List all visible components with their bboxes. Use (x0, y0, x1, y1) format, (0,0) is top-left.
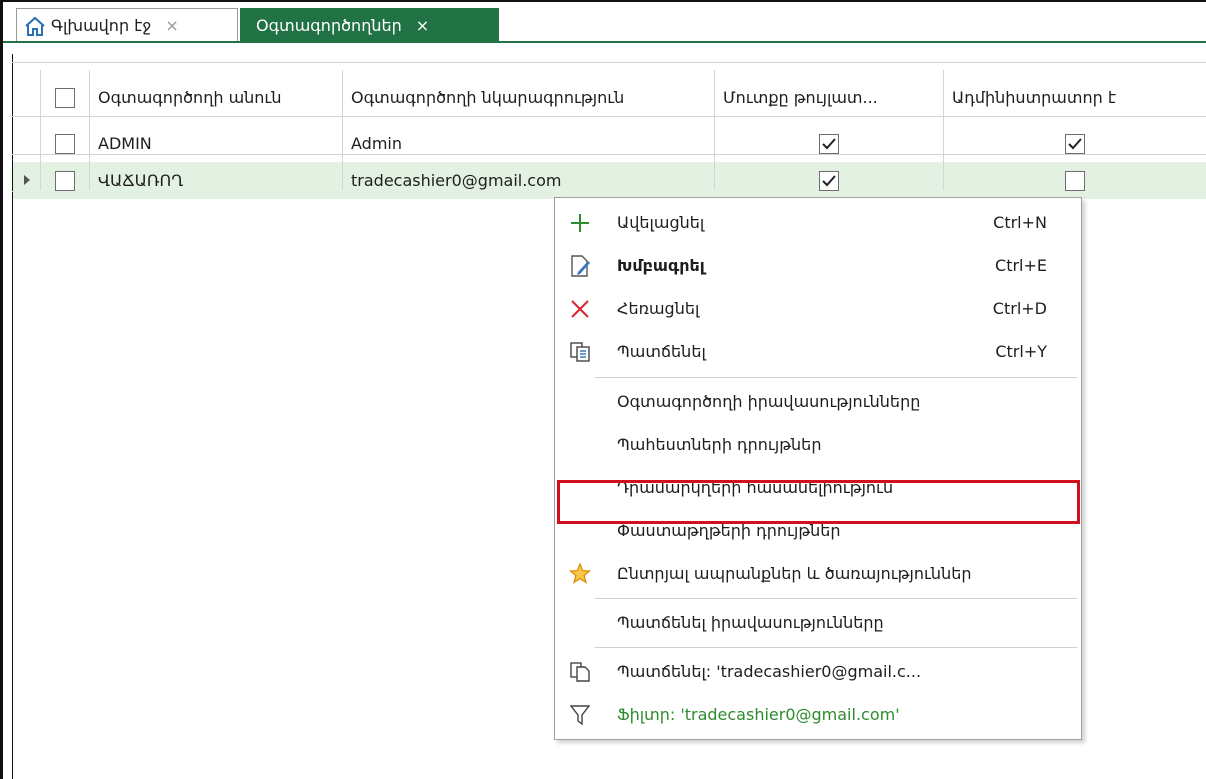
column-header-username[interactable]: Օգտագործողի անուն (89, 79, 342, 116)
row-indicator-icon (24, 175, 30, 185)
menu-item-copy[interactable]: Պատճենել Ctrl+Y (555, 330, 1081, 373)
menu-separator (595, 647, 1077, 648)
grid-line (342, 70, 343, 190)
is-admin-checkbox[interactable] (1064, 170, 1085, 191)
row-select-checkbox[interactable] (55, 133, 75, 154)
grid-line (12, 62, 1206, 63)
tabbar-underline (3, 41, 1206, 43)
menu-item-shortcut: Ctrl+E (995, 256, 1047, 275)
row-select-cell[interactable] (41, 162, 89, 199)
grid-header-row: Օգտագործողի անուն Օգտագործողի նկարագրութ… (13, 79, 1206, 116)
grid-line (12, 116, 1206, 117)
cell-is-admin[interactable] (943, 162, 1206, 199)
context-menu: Ավելացնել Ctrl+N Խմբագրել Ctrl+E Հեռացնե… (554, 197, 1082, 740)
cell-username[interactable]: ADMIN (89, 125, 342, 162)
filter-icon (567, 702, 593, 728)
menu-item-label: Օգտագործողի իրավասությունները (617, 392, 921, 411)
select-all-cell[interactable] (41, 79, 89, 116)
menu-item-filter[interactable]: Ֆիլտր: 'tradecashier0@gmail.com' (555, 693, 1081, 736)
select-all-checkbox[interactable] (55, 87, 75, 108)
checkmark-icon (1067, 137, 1082, 149)
menu-item-copy-value[interactable]: Պատճենել: 'tradecashier0@gmail.c... (555, 650, 1081, 693)
menu-item-label: Պատճենել (617, 342, 706, 361)
menu-item-favorite-products[interactable]: Ընտրյալ ապրանքներ և ծառայություններ (555, 552, 1081, 595)
menu-item-label: Պատճենել իրավասությունները (617, 613, 884, 632)
menu-item-delete[interactable]: Հեռացնել Ctrl+D (555, 287, 1081, 330)
column-header-description[interactable]: Օգտագործողի նկարագրություն (342, 79, 714, 116)
grid-line (40, 70, 41, 190)
grid-line (714, 70, 715, 190)
cell-username[interactable]: ՎԱՃԱՌՈՂ (89, 162, 342, 199)
delete-x-icon (567, 296, 593, 322)
grid-line (943, 70, 944, 190)
checkmark-icon (821, 137, 836, 149)
menu-item-shortcut: Ctrl+D (992, 299, 1047, 318)
menu-item-add[interactable]: Ավելացնել Ctrl+N (555, 201, 1081, 244)
cell-description[interactable]: Admin (342, 125, 714, 162)
menu-separator (595, 377, 1077, 378)
menu-item-user-permissions[interactable]: Օգտագործողի իրավասությունները (555, 380, 1081, 423)
checkmark-icon (821, 174, 836, 186)
plus-icon (567, 210, 593, 236)
tab-users-label: Օգտագործողներ (256, 15, 402, 35)
copy-document-icon (567, 339, 593, 365)
menu-item-label: Պահեստների դրույթներ (617, 435, 822, 454)
tab-home-label: Գլխավոր էջ (51, 16, 152, 35)
cell-login-allowed[interactable] (714, 162, 943, 199)
star-icon (567, 561, 593, 587)
menu-item-label: Ֆիլտր: 'tradecashier0@gmail.com' (617, 705, 900, 724)
row-select-checkbox[interactable] (55, 170, 75, 191)
tab-home[interactable]: Գլխավոր էջ × (16, 8, 238, 42)
login-allowed-checkbox[interactable] (818, 170, 839, 191)
table-row[interactable]: ADMIN Admin (13, 125, 1206, 162)
menu-item-label: Խմբագրել (617, 256, 705, 275)
copy-icon (567, 659, 593, 685)
column-header-is-admin[interactable]: Ադմինիստրատոր է (943, 79, 1206, 116)
window-top-border (0, 0, 1206, 2)
menu-item-copy-permissions[interactable]: Պատճենել իրավասությունները (555, 601, 1081, 644)
edit-icon (567, 253, 593, 279)
menu-item-shortcut: Ctrl+N (993, 213, 1047, 232)
table-row-selected[interactable]: ՎԱՃԱՌՈՂ tradecashier0@gmail.com (13, 162, 1206, 199)
menu-item-label: Ավելացնել (617, 213, 705, 232)
cell-description[interactable]: tradecashier0@gmail.com (342, 162, 714, 199)
grid-line (89, 70, 90, 190)
is-admin-checkbox[interactable] (1064, 133, 1085, 154)
cell-login-allowed[interactable] (714, 125, 943, 162)
menu-item-label: Ընտրյալ ապրանքներ և ծառայություններ (617, 564, 972, 583)
highlight-box (557, 480, 1080, 524)
menu-item-label: Հեռացնել (617, 299, 700, 318)
window-left-border (0, 0, 3, 779)
menu-item-warehouse-settings[interactable]: Պահեստների դրույթներ (555, 423, 1081, 466)
row-select-cell[interactable] (41, 125, 89, 162)
menu-item-edit[interactable]: Խմբագրել Ctrl+E (555, 244, 1081, 287)
cell-is-admin[interactable] (943, 125, 1206, 162)
menu-separator (595, 598, 1077, 599)
menu-item-shortcut: Ctrl+Y (995, 342, 1047, 361)
login-allowed-checkbox[interactable] (818, 133, 839, 154)
tab-home-close-icon[interactable]: × (165, 16, 178, 35)
column-header-login-allowed[interactable]: Մուտքը թույլատ... (714, 79, 943, 116)
tab-users[interactable]: Օգտագործողներ × (240, 8, 499, 42)
menu-item-label: Պատճենել: 'tradecashier0@gmail.c... (617, 662, 922, 681)
tab-users-close-icon[interactable]: × (416, 16, 429, 35)
home-icon (23, 15, 47, 37)
